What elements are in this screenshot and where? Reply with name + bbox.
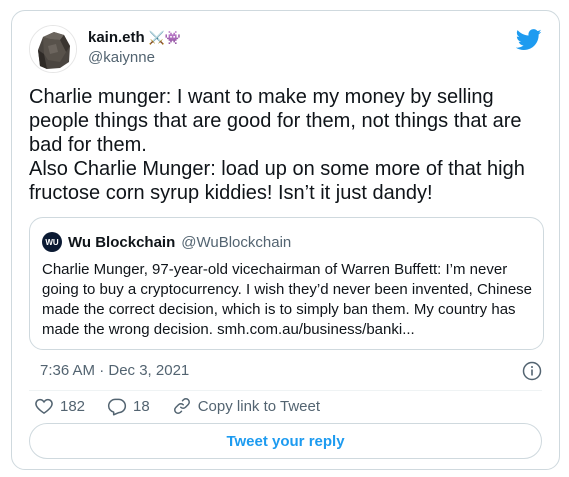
quoted-author-name: Wu Blockchain — [68, 233, 176, 251]
reply-button[interactable]: 18 — [107, 396, 150, 416]
reply-bubble-icon — [107, 398, 127, 416]
author-name-emojis: ⚔️👾 — [148, 30, 182, 45]
info-icon[interactable] — [522, 361, 542, 381]
author-display-name[interactable]: kain.eth ⚔️👾 — [88, 29, 181, 47]
quoted-tweet-header: WU Wu Blockchain @WuBlockchain — [42, 232, 291, 252]
reply-count: 18 — [133, 397, 150, 415]
author-handle[interactable]: @kaiynne — [88, 48, 181, 68]
tweet-timestamp[interactable]: 7:36 AM · Dec 3, 2021 — [40, 361, 189, 381]
author-name-text: kain.eth — [88, 29, 145, 46]
tweet-header: kain.eth ⚔️👾 @kaiynne — [29, 25, 542, 75]
author-names: kain.eth ⚔️👾 @kaiynne — [88, 29, 181, 68]
quoted-author-avatar: WU — [42, 232, 62, 252]
like-count: 182 — [60, 397, 86, 415]
link-icon — [173, 398, 190, 414]
author-avatar[interactable] — [29, 25, 77, 73]
tweet-your-reply-button[interactable]: Tweet your reply — [29, 423, 542, 459]
quoted-tweet-text: Charlie Munger, 97-year-old vicechairman… — [42, 261, 533, 338]
rock-avatar-icon — [30, 26, 76, 72]
copy-link-label: Copy link to Tweet — [197, 397, 321, 415]
copy-link-button[interactable]: Copy link to Tweet — [172, 396, 320, 416]
tweet-card: kain.eth ⚔️👾 @kaiynne Charlie munger: I … — [11, 10, 560, 470]
tweet-text: Charlie munger: I want to make my money … — [29, 86, 525, 204]
quoted-author-handle: @WuBlockchain — [181, 233, 292, 251]
divider — [29, 390, 542, 391]
heart-icon — [35, 398, 53, 414]
tweet-actions: 182 18 Copy link to Tweet — [34, 394, 342, 418]
like-button[interactable]: 182 — [34, 396, 85, 416]
twitter-bird-icon[interactable] — [516, 29, 542, 51]
quoted-tweet[interactable]: WU Wu Blockchain @WuBlockchain Charlie M… — [29, 217, 544, 350]
